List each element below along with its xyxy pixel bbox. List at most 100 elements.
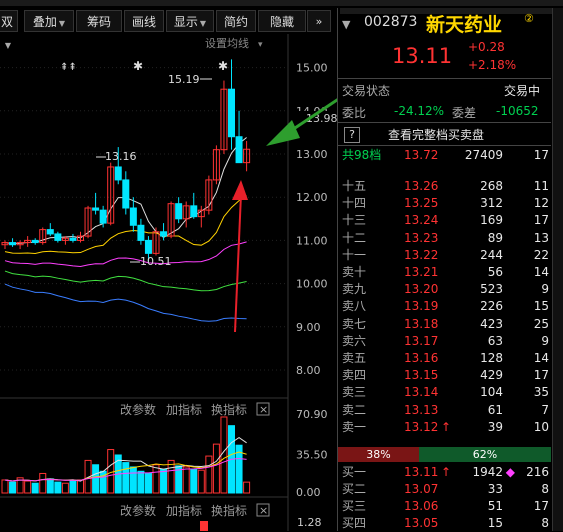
level-label: 买三 bbox=[342, 499, 367, 513]
more-button[interactable]: » bbox=[307, 10, 331, 32]
level-price: 13.23 bbox=[404, 230, 439, 245]
sub-panel-bar bbox=[200, 521, 208, 531]
display-button[interactable]: 显示 ▼ bbox=[166, 10, 214, 32]
ask-row[interactable]: 卖八 13.19 226 15 bbox=[338, 298, 551, 315]
bid-row[interactable]: 买三 13.06 51 17 bbox=[338, 498, 551, 515]
volume-tick-label: 70.90 bbox=[296, 408, 328, 421]
panel-button[interactable]: 改参数 bbox=[120, 402, 156, 417]
candle-body bbox=[54, 233, 62, 241]
level-label: 卖四 bbox=[342, 368, 367, 383]
low-price-annotation: 10.51 bbox=[140, 255, 172, 268]
panel-button[interactable]: 换指标 bbox=[211, 402, 247, 417]
level-label: 卖十 bbox=[342, 265, 367, 279]
level-count: 9 bbox=[541, 282, 549, 297]
help-icon[interactable]: ? bbox=[344, 127, 360, 143]
side-scrollbar[interactable] bbox=[552, 8, 563, 531]
weicha-value: -10652 bbox=[496, 104, 539, 118]
volume-bar bbox=[9, 481, 17, 494]
level-price: 13.07 bbox=[404, 482, 439, 496]
level-label: 买二 bbox=[342, 482, 367, 496]
volume-bar bbox=[137, 470, 145, 494]
level-price: 13.12 bbox=[404, 419, 439, 434]
level-price: 13.26 bbox=[404, 179, 439, 193]
quote-panel: ▼ 002873 新天药业 ② 13.11 +0.28 +2.18% 交易状态 … bbox=[337, 8, 563, 531]
ask-row[interactable]: 卖六 13.17 63 9 bbox=[338, 333, 551, 350]
ask-row[interactable]: 十二 13.23 89 13 bbox=[338, 230, 551, 247]
chart-toolbar: 双▼ 叠加 ▼ 筹码 画线 显示 ▼ 简约 隐藏 » bbox=[0, 8, 333, 50]
level-count: 35 bbox=[533, 385, 549, 400]
ask-row[interactable]: 卖七 13.18 423 25 bbox=[338, 316, 551, 333]
high-price-annotation: 15.19 bbox=[168, 73, 200, 86]
level-count: 9 bbox=[541, 333, 549, 348]
chips-button[interactable]: 筹码 bbox=[76, 10, 122, 32]
volume-tick-label: 35.50 bbox=[296, 449, 328, 462]
top-menu-strip bbox=[0, 0, 563, 6]
ask-row[interactable]: 十五 13.26 268 11 bbox=[338, 178, 551, 195]
price-change-pct: +2.18% bbox=[468, 58, 517, 72]
level-label: 十三 bbox=[342, 213, 367, 228]
level-label: 卖六 bbox=[342, 333, 367, 348]
panel-button[interactable]: 加指标 bbox=[166, 503, 202, 518]
bid-row[interactable]: 买四 13.05 15 8 bbox=[338, 515, 551, 532]
stock-code: 002873 bbox=[364, 14, 418, 30]
price-tick-label: 11.00 bbox=[296, 234, 328, 247]
level-volume: 63 bbox=[487, 333, 503, 348]
level-volume: 244 bbox=[480, 247, 503, 262]
ask-row[interactable]: 卖四 13.15 429 17 bbox=[338, 367, 551, 384]
level-volume: 1942 bbox=[472, 465, 503, 479]
simple-button[interactable]: 简约 bbox=[216, 10, 256, 32]
level-count: 17 bbox=[533, 368, 549, 383]
volume-tick-label: 0.00 bbox=[296, 486, 321, 499]
hide-label: 隐藏 bbox=[269, 15, 294, 29]
volume-bar bbox=[61, 482, 69, 494]
level-label: 买一 bbox=[342, 465, 367, 479]
full-orderbook-button[interactable]: 查看完整档买卖盘 bbox=[388, 126, 484, 143]
candle-body bbox=[122, 179, 130, 209]
volume-bar bbox=[220, 416, 228, 494]
toolbar-partial-button[interactable]: 双▼ bbox=[0, 10, 18, 50]
ask-row[interactable]: 卖五 13.16 128 14 bbox=[338, 350, 551, 367]
star-marker-icon: ✱ bbox=[218, 59, 228, 73]
total-volume: 27409 bbox=[464, 148, 503, 162]
volume-axis: 70.90 35.50 0.00 bbox=[296, 408, 328, 499]
bid-row[interactable]: 买二 13.07 33 8 bbox=[338, 481, 551, 498]
buy-ratio-bar: 62% bbox=[419, 447, 551, 462]
price-tick-label: 10.00 bbox=[296, 278, 328, 291]
level-price: 13.17 bbox=[404, 333, 439, 348]
level-volume: 61 bbox=[487, 402, 503, 417]
ask-row[interactable]: 卖一 13.12 39 10 ↑ bbox=[338, 419, 551, 436]
ask-row[interactable]: 卖二 13.13 61 7 bbox=[338, 402, 551, 419]
level-price: 13.14 bbox=[404, 385, 439, 400]
candle-body bbox=[31, 239, 39, 244]
level-label: 卖七 bbox=[342, 316, 367, 331]
candle-body bbox=[9, 242, 17, 246]
level-label: 卖一 bbox=[342, 419, 367, 434]
ask-row[interactable]: 卖三 13.14 104 35 bbox=[338, 384, 551, 401]
draw-line-button[interactable]: 画线 bbox=[124, 10, 164, 32]
level-volume: 423 bbox=[480, 316, 503, 331]
ask-row[interactable]: 十一 13.22 244 22 bbox=[338, 247, 551, 264]
total-count: 17 bbox=[533, 148, 549, 162]
ask-row[interactable]: 十四 13.25 312 12 bbox=[338, 195, 551, 212]
sell-ratio-bar: 38% bbox=[338, 447, 419, 462]
level-price: 13.11 bbox=[404, 465, 439, 479]
volume-panel bbox=[1, 416, 251, 494]
bid-row[interactable]: 买一 13.11 1942 216 ↑ ◆ bbox=[338, 464, 551, 481]
level-count: 11 bbox=[533, 179, 549, 193]
candle-body bbox=[235, 136, 243, 164]
panel-button[interactable]: 加指标 bbox=[166, 402, 202, 417]
total-price: 13.72 bbox=[404, 148, 439, 162]
mid-price-annotation: 13.16 bbox=[105, 150, 137, 163]
overlay-label: 叠加 bbox=[32, 15, 57, 29]
ma-settings-label[interactable]: 设置均线 bbox=[205, 36, 249, 50]
ask-row[interactable]: 十三 13.24 169 17 bbox=[338, 212, 551, 229]
ask-row[interactable]: 卖十 13.21 56 14 bbox=[338, 264, 551, 281]
level-label: 十五 bbox=[342, 179, 367, 193]
panel-button[interactable]: 改参数 bbox=[120, 503, 156, 518]
level-volume: 312 bbox=[480, 196, 503, 211]
ask-row[interactable]: 卖九 13.20 523 9 bbox=[338, 281, 551, 298]
hide-button[interactable]: 隐藏 bbox=[258, 10, 306, 32]
panel-button[interactable]: 换指标 bbox=[211, 503, 247, 518]
overlay-button[interactable]: 叠加 ▼ bbox=[24, 10, 74, 32]
ma-line-20 bbox=[4, 241, 247, 268]
